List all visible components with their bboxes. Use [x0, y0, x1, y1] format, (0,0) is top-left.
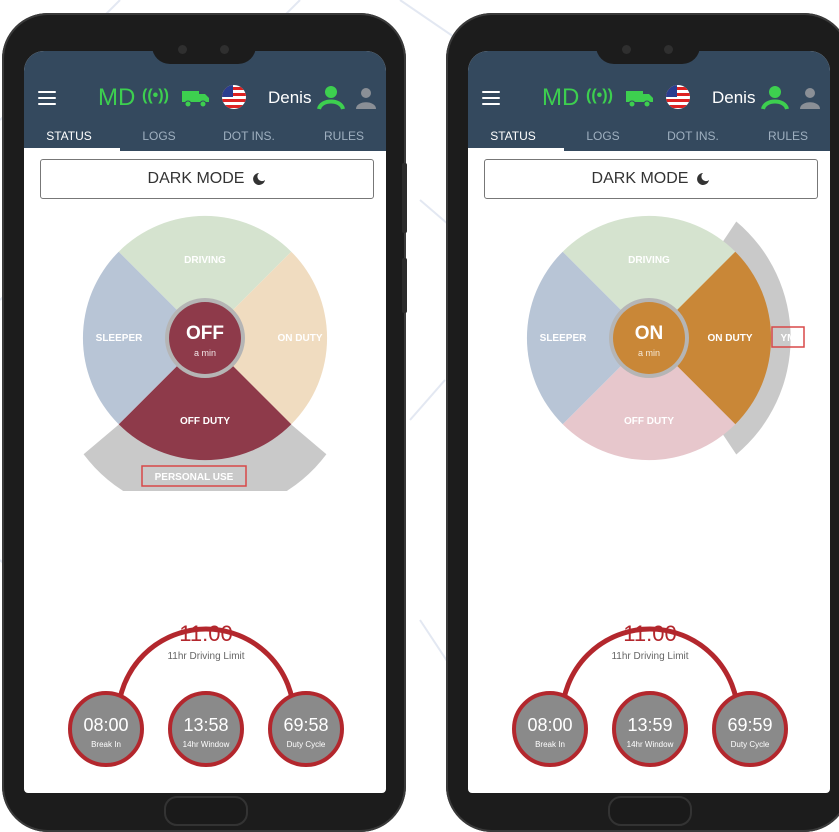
home-button[interactable] — [608, 796, 692, 826]
tab-rules[interactable]: RULES — [309, 129, 379, 143]
driver-active-icon[interactable] — [761, 85, 789, 111]
camera-notch — [152, 36, 256, 64]
moon-icon — [253, 173, 266, 185]
tab-dot-inspection[interactable]: DOT INS. — [648, 129, 738, 143]
camera-notch — [596, 36, 700, 64]
driving-label: DRIVING — [628, 255, 670, 266]
us-flag-icon[interactable] — [666, 85, 690, 109]
break-value: 08:00 — [83, 715, 128, 735]
active-tab-indicator — [468, 148, 564, 151]
sleeper-label: SLEEPER — [96, 333, 143, 344]
current-duration-text: a min — [194, 348, 216, 358]
menu-icon[interactable] — [38, 91, 56, 105]
tab-logs[interactable]: LOGS — [124, 129, 194, 143]
hos-timers: 11:00 11hr Driving Limit 08:00 Break In … — [68, 621, 344, 767]
power-button — [402, 163, 407, 233]
hos-timers: 11:00 11hr Driving Limit 08:00 Break In … — [512, 621, 788, 767]
tab-status[interactable]: STATUS — [34, 129, 104, 143]
codriver-icon[interactable] — [798, 87, 822, 109]
dark-mode-label: DARK MODE — [591, 170, 689, 187]
status-wheel: DRIVING ON DUTY OFF DUTY SLEEPER OFF a m… — [82, 215, 328, 491]
phone-chin — [2, 794, 406, 832]
signal-icon: ((•)) — [586, 87, 613, 104]
truck-icon[interactable] — [182, 89, 210, 107]
dark-mode-button[interactable]: DARK MODE — [484, 159, 818, 199]
tab-dot-inspection[interactable]: DOT INS. — [204, 129, 294, 143]
driving-limit-value: 11:00 — [179, 621, 232, 646]
sleeper-label: SLEEPER — [540, 333, 587, 344]
menu-icon[interactable] — [482, 91, 500, 105]
yard-move-label[interactable]: YM — [781, 333, 796, 344]
active-tab-indicator — [24, 148, 120, 151]
tab-bar: STATUS LOGS DOT INS. RULES — [468, 121, 830, 151]
moon-icon — [697, 173, 710, 185]
sensor-icon — [220, 45, 229, 54]
cycle-value: 69:59 — [727, 715, 772, 735]
cycle-label: Duty Cycle — [731, 740, 770, 749]
cycle-label: Duty Cycle — [287, 740, 326, 749]
on-duty-label: ON DUTY — [708, 333, 753, 344]
driving-limit-value: 11:00 — [623, 621, 676, 646]
status-wheel: DRIVING ON DUTY OFF DUTY SLEEPER ON a mi… — [526, 215, 805, 461]
current-status-text: ON — [635, 323, 664, 344]
home-button[interactable] — [164, 796, 248, 826]
current-status-text: OFF — [186, 323, 224, 344]
dark-mode-label: DARK MODE — [147, 170, 245, 187]
truck-icon[interactable] — [626, 89, 654, 107]
tab-bar: STATUS LOGS DOT INS. RULES — [24, 121, 386, 151]
signal-icon: ((•)) — [142, 87, 169, 104]
window-label: 14hr Window — [627, 740, 674, 749]
phone-frame-right: MD ((•)) Denis STATUS LOGS DOT INS. RULE… — [446, 13, 839, 832]
current-duration-text: a min — [638, 348, 660, 358]
driving-limit-label: 11hr Driving Limit — [167, 651, 244, 662]
driver-active-icon[interactable] — [317, 85, 345, 111]
carrier-code: MD — [542, 84, 580, 111]
break-value: 08:00 — [527, 715, 572, 735]
tab-status[interactable]: STATUS — [478, 129, 548, 143]
driving-limit-label: 11hr Driving Limit — [611, 651, 688, 662]
phone-frame-left: MD ((•)) Denis STATUS LOGS DOT INS. RULE… — [2, 13, 407, 832]
window-value: 13:59 — [627, 715, 672, 735]
carrier-code: MD — [98, 84, 136, 111]
off-duty-label: OFF DUTY — [180, 416, 230, 427]
off-duty-label: OFF DUTY — [624, 416, 674, 427]
codriver-icon[interactable] — [354, 87, 378, 109]
camera-icon — [622, 45, 631, 54]
dark-mode-button[interactable]: DARK MODE — [40, 159, 374, 199]
break-label: Break In — [535, 740, 565, 749]
app-screen: MD ((•)) Denis STATUS LOGS DOT INS. RULE… — [24, 51, 386, 793]
tab-logs[interactable]: LOGS — [568, 129, 638, 143]
driving-label: DRIVING — [184, 255, 226, 266]
break-label: Break In — [91, 740, 121, 749]
sensor-icon — [664, 45, 673, 54]
camera-icon — [178, 45, 187, 54]
volume-button — [402, 258, 407, 313]
user-name[interactable]: Denis — [268, 88, 311, 108]
phone-chin — [446, 794, 839, 832]
tab-rules[interactable]: RULES — [753, 129, 823, 143]
on-duty-label: ON DUTY — [278, 333, 323, 344]
personal-use-label[interactable]: PERSONAL USE — [155, 472, 234, 483]
us-flag-icon[interactable] — [222, 85, 246, 109]
user-name[interactable]: Denis — [712, 88, 755, 108]
cycle-value: 69:58 — [283, 715, 328, 735]
window-value: 13:58 — [183, 715, 228, 735]
window-label: 14hr Window — [183, 740, 230, 749]
app-screen: MD ((•)) Denis STATUS LOGS DOT INS. RULE… — [468, 51, 830, 793]
